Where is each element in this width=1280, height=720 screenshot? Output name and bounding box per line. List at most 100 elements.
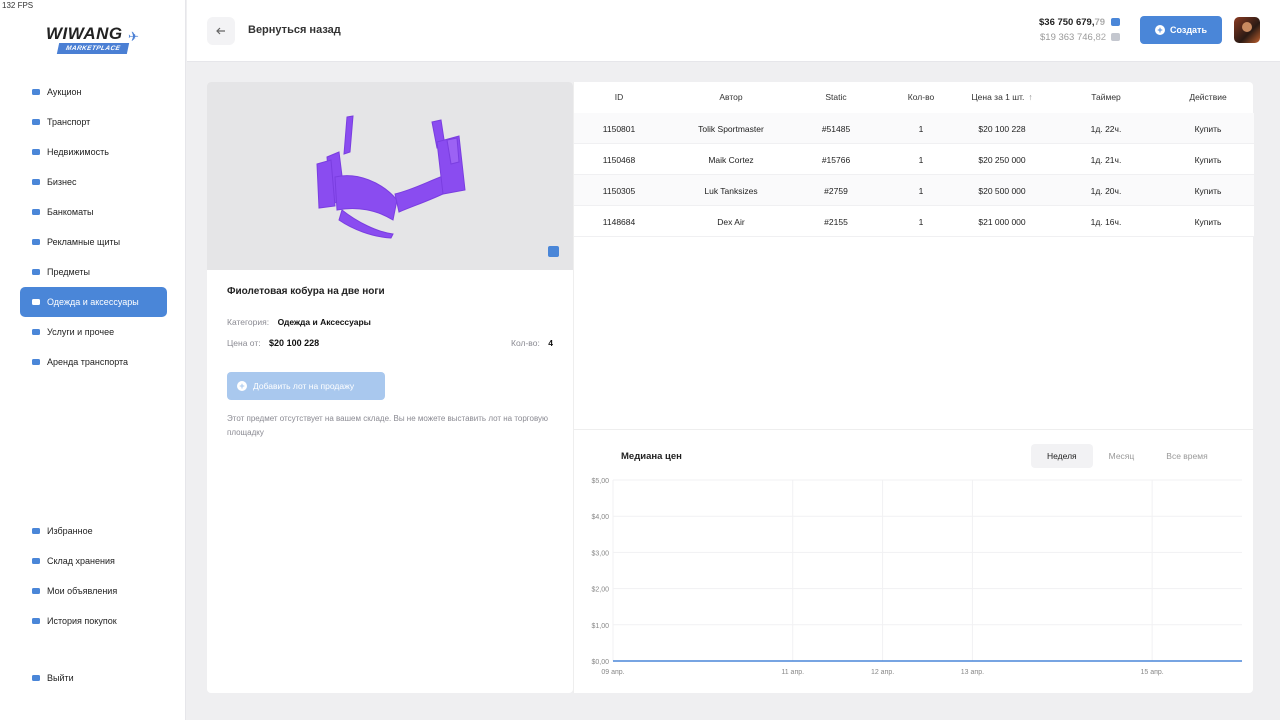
table-cell: $20 100 228 <box>978 124 1026 134</box>
qty-row: Кол-во: 4 <box>511 333 553 351</box>
sidebar-item-gavel[interactable]: Аукцион <box>20 77 167 107</box>
balance-cash: $36 750 679,79 <box>1039 17 1105 28</box>
table-cell: #2155 <box>824 217 848 227</box>
sidebar-item-label: Аукцион <box>47 87 82 97</box>
sidebar-item-listing[interactable]: Мои объявления <box>20 576 167 606</box>
item-title: Фиолетовая кобура на две ноги <box>227 286 385 297</box>
y-tick-label: $5,00 <box>591 478 609 485</box>
table-cell: $21 000 000 <box>978 217 1026 227</box>
sidebar-item-label: Банкоматы <box>47 207 94 217</box>
range-tab[interactable]: Неделя <box>1031 444 1093 468</box>
atm-icon <box>31 207 41 217</box>
range-tabs: Неделя Месяц Все время <box>1031 444 1224 468</box>
logo[interactable]: WIWANG ✈ MARKETPLACE <box>44 22 144 58</box>
sidebar-item-atm[interactable]: Банкоматы <box>20 197 167 227</box>
table-row: 1150801 Tolik Sportmaster #51485 1 $20 100 2… <box>574 113 1254 144</box>
item-card: Фиолетовая кобура на две ноги Категория:… <box>207 82 573 693</box>
sidebar-item-label: Недвижимость <box>47 147 109 157</box>
buy-button[interactable]: Купить <box>1195 217 1222 227</box>
price-chart: $0,00 $1,00 $2,00 $3,00 $4,00 $5,00 09 апр. 11 … <box>591 478 1243 676</box>
y-tick-label: $2,00 <box>591 587 609 594</box>
wallet-icon <box>1111 18 1120 26</box>
buy-button[interactable]: Купить <box>1195 186 1222 196</box>
sidebar-item-warehouse[interactable]: Склад хранения <box>20 546 167 576</box>
table-cell: 1д. 22ч. <box>1090 124 1122 134</box>
table-cell: 1д. 20ч. <box>1090 186 1122 196</box>
box-icon <box>31 267 41 277</box>
plane-icon: ✈ <box>128 29 139 44</box>
qty-label: Кол-во: <box>511 338 540 348</box>
column-header: Static <box>825 92 847 102</box>
category-value: Одежда и Аксессуары <box>277 317 371 327</box>
back-button[interactable] <box>207 17 235 45</box>
table-cell: Maik Cortez <box>708 155 754 165</box>
sidebar-item-label: Аренда транспорта <box>47 357 129 367</box>
x-tick-label: 09 апр. <box>601 669 624 676</box>
table-cell: 1д. 21ч. <box>1090 155 1122 165</box>
sidebar-item-car[interactable]: Транспорт <box>20 107 167 137</box>
avatar[interactable] <box>1234 17 1260 43</box>
car-icon <box>31 117 41 127</box>
logo-title: WIWANG <box>46 24 123 43</box>
price-row: Цена от: $20 100 228 <box>227 333 319 351</box>
x-tick-label: 13 апр. <box>961 669 984 676</box>
table-cell: 1150305 <box>602 186 636 196</box>
column-header: Кол-во <box>907 92 935 102</box>
gavel-icon <box>31 87 41 97</box>
balance-bank: $19 363 746,82 <box>1040 32 1106 43</box>
warning-text: Этот предмет отсутствует на вашем складе… <box>227 414 549 437</box>
column-header: ID <box>614 92 624 102</box>
range-tab[interactable]: Все время <box>1150 444 1223 468</box>
sidebar-item-label: Склад хранения <box>47 556 115 566</box>
column-header[interactable]: Цена за 1 шт. ↑ <box>971 92 1032 102</box>
briefcase-icon <box>31 177 41 187</box>
sidebar-item-history[interactable]: История покупок <box>20 606 167 636</box>
range-tab[interactable]: Месяц <box>1093 444 1151 468</box>
x-tick-label: 15 апр. <box>1141 669 1164 676</box>
balance-cash-frac: 79 <box>1094 17 1106 28</box>
user-icon[interactable] <box>548 246 559 257</box>
table-cell: 1 <box>918 124 924 134</box>
add-lot-label: Добавить лот на продажу <box>253 381 355 391</box>
table-cell: 1 <box>918 217 924 227</box>
sort-arrow-icon: ↑ <box>1028 92 1033 102</box>
table-cell: 1148684 <box>602 217 636 227</box>
sidebar-item-handshake[interactable]: Услуги и прочее <box>20 317 167 347</box>
buy-button[interactable]: Купить <box>1195 155 1222 165</box>
listings-panel: ID Автор Static Кол-во Цена за 1 шт. ↑ Таймер Д… <box>573 82 1254 693</box>
y-tick-label: $4,00 <box>591 514 609 521</box>
sidebar-item-billboard[interactable]: Рекламные щиты <box>20 227 167 257</box>
buy-button[interactable]: Купить <box>1195 124 1222 134</box>
create-label: Создать <box>1169 25 1207 35</box>
divider <box>574 429 1254 430</box>
sidebar-item-label: Мои объявления <box>47 586 118 596</box>
column-header: Действие <box>1189 92 1227 102</box>
balance-bank-value: $19 363 746, <box>1040 32 1096 43</box>
column-header: Автор <box>719 92 743 102</box>
table-cell: #51485 <box>821 124 851 134</box>
sidebar-item-key[interactable]: Аренда транспорта <box>20 347 167 377</box>
sidebar-item-box[interactable]: Предметы <box>20 257 167 287</box>
sidebar-item-label: Избранное <box>47 526 93 536</box>
add-lot-button[interactable]: + Добавить лот на продажу <box>227 372 385 400</box>
item-image <box>207 82 573 270</box>
sidebar-item-shirt[interactable]: Одежда и аксессуары <box>20 287 167 317</box>
category-row: Категория: Одежда и Аксессуары <box>227 312 371 330</box>
back-label[interactable]: Вернуться назад <box>248 24 341 36</box>
sidebar-item-briefcase[interactable]: Бизнес <box>20 167 167 197</box>
logout-button[interactable]: Выйти <box>20 663 167 693</box>
sidebar-item-label: Транспорт <box>47 117 91 127</box>
table-cell: #15766 <box>821 155 851 165</box>
sidebar: WIWANG ✈ MARKETPLACE Аукцион Транспорт Нед… <box>0 0 186 720</box>
category-label: Категория: <box>227 317 270 327</box>
create-button[interactable]: + Создать <box>1140 16 1222 44</box>
table-cell: Luk Tanksizes <box>704 186 758 196</box>
sidebar-item-label: Предметы <box>47 267 91 277</box>
shirt-icon <box>31 297 41 307</box>
sidebar-item-heart[interactable]: Избранное <box>20 516 167 546</box>
price-label: Цена от: <box>227 338 261 348</box>
chart-title: Медиана цен <box>621 451 682 462</box>
table-cell: 1 <box>918 155 924 165</box>
sidebar-item-house[interactable]: Недвижимость <box>20 137 167 167</box>
history-icon <box>31 616 41 626</box>
